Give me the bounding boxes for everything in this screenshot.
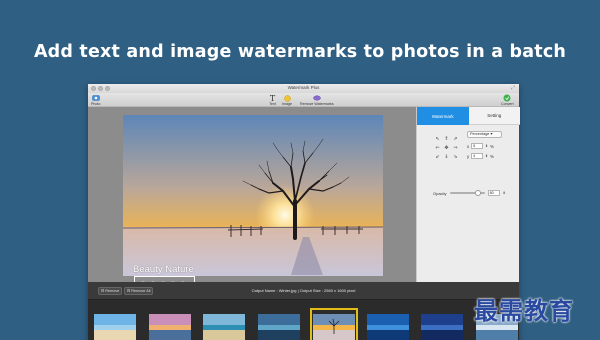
eraser-icon: [312, 94, 321, 102]
tab-watermark[interactable]: Watermark: [417, 107, 469, 125]
output-bar: ⊟ Remove ⊟ Remove All Output Name : Wint…: [88, 282, 519, 300]
brand-watermark: 最需教育: [474, 297, 574, 325]
remove-watermarks-button[interactable]: Remove Watermarks: [300, 94, 334, 106]
align-left-icon[interactable]: ⇐: [433, 143, 442, 152]
opacity-slider[interactable]: [449, 190, 485, 196]
text-icon: T: [269, 93, 276, 103]
fullscreen-icon[interactable]: ⤢: [511, 85, 515, 91]
text-button[interactable]: T Text: [268, 93, 277, 107]
position-mode-value: Percentage: [470, 132, 490, 136]
y-unit: %: [490, 153, 494, 159]
y-offset-input[interactable]: 4: [471, 153, 484, 159]
align-top-right-icon[interactable]: ⇗: [451, 134, 460, 143]
app-window: Watermark Plus ⤢ Photo T Text Image Remo…: [88, 84, 520, 340]
image-label: Image: [282, 102, 292, 106]
align-bottom-icon[interactable]: ⇓: [442, 152, 451, 161]
thumbnail-selection-frame: [310, 308, 358, 340]
thumbnail-beach-4[interactable]: [258, 314, 300, 340]
chevron-down-icon: ▾: [490, 132, 493, 136]
x-stepper-icon[interactable]: ⬍: [485, 144, 488, 148]
thumbnail-ocean-2[interactable]: [421, 314, 463, 340]
align-top-icon[interactable]: ⇑: [442, 134, 451, 143]
opacity-slider-knob[interactable]: [474, 190, 481, 196]
opacity-row: Opacity 80 ⬍: [433, 190, 506, 196]
thumbnail-beach-3[interactable]: [203, 314, 245, 340]
tab-setting[interactable]: Setting: [468, 107, 520, 125]
title-bar: Watermark Plus ⤢: [88, 84, 519, 93]
align-center-icon[interactable]: ✥: [442, 143, 451, 152]
promo-headline: Add text and image watermarks to photos …: [33, 42, 567, 62]
x-offset-row: x 5 ⬍ %: [467, 143, 494, 149]
photo-icon: [91, 94, 100, 102]
align-bottom-right-icon[interactable]: ⇘: [451, 152, 460, 161]
image-icon: [283, 94, 292, 102]
thumbnail-strip: [88, 300, 519, 340]
toolbar: Photo T Text Image Remove Watermarks Con…: [88, 93, 519, 107]
convert-button[interactable]: Convert: [501, 94, 514, 106]
x-unit: %: [490, 143, 494, 149]
convert-label: Convert: [501, 102, 514, 106]
remove-watermarks-label: Remove Watermarks: [300, 102, 334, 106]
position-mode-select[interactable]: Percentage ▾: [467, 131, 502, 138]
convert-icon: [503, 94, 512, 102]
editor-canvas[interactable]: Beauty Nature: [88, 107, 416, 294]
y-stepper-icon[interactable]: ⬍: [485, 154, 488, 158]
opacity-label: Opacity: [433, 190, 447, 196]
image-button[interactable]: Image: [282, 94, 292, 106]
opacity-stepper-icon[interactable]: ⬍: [503, 191, 506, 195]
align-right-icon[interactable]: ⇒: [451, 143, 460, 152]
thumbnail-beach-1[interactable]: [94, 314, 136, 340]
photo-label: Photo: [91, 102, 101, 106]
x-label: x: [467, 143, 470, 149]
y-offset-row: y 4 ⬍ %: [467, 153, 494, 159]
settings-panel: Watermark Setting ⇖ ⇑ ⇗ ⇐ ✥ ⇒ ⇙ ⇓ ⇘ Perc…: [416, 107, 520, 282]
align-bottom-left-icon[interactable]: ⇙: [433, 152, 442, 161]
text-label: Text: [269, 102, 276, 106]
panel-tabs: Watermark Setting: [417, 107, 520, 125]
position-grid: ⇖ ⇑ ⇗ ⇐ ✥ ⇒ ⇙ ⇓ ⇘: [433, 134, 460, 161]
output-info: Output Name : Winter.jpg | Output Size :…: [251, 288, 356, 293]
thumbnail-beach-2[interactable]: [149, 314, 191, 340]
watermark-text[interactable]: Beauty Nature: [133, 264, 194, 275]
preview-photo: [123, 115, 383, 276]
opacity-input[interactable]: 80: [487, 190, 500, 196]
x-offset-input[interactable]: 5: [471, 143, 484, 149]
align-top-left-icon[interactable]: ⇖: [433, 134, 442, 143]
y-label: y: [467, 153, 470, 159]
window-title: Watermark Plus: [287, 85, 320, 90]
thumbnail-ocean-1[interactable]: [367, 314, 409, 340]
photo-button[interactable]: Photo: [91, 94, 100, 106]
